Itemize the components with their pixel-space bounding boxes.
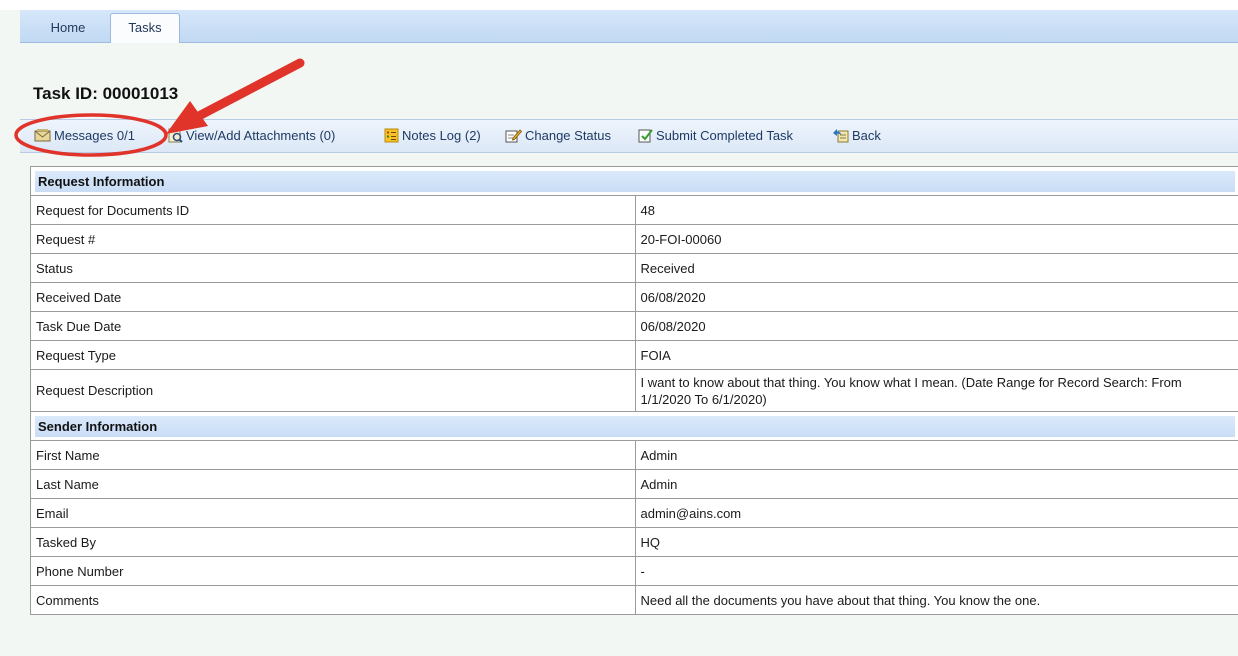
row-value: 06/08/2020: [634, 311, 1238, 341]
notes-icon: [384, 128, 399, 143]
row-value: admin@ains.com: [634, 498, 1238, 528]
row-value: 48: [634, 195, 1238, 225]
row-value: -: [634, 556, 1238, 586]
tab-home[interactable]: Home: [36, 13, 100, 42]
table-row: Task Due Date 06/08/2020: [30, 311, 1238, 341]
table-row: Received Date 06/08/2020: [30, 282, 1238, 312]
row-value: HQ: [634, 527, 1238, 557]
table-row: Last Name Admin: [30, 469, 1238, 499]
row-value: 06/08/2020: [634, 282, 1238, 312]
messages-icon: [34, 129, 51, 142]
row-label: Request for Documents ID: [30, 195, 636, 225]
submit-completed-task-button[interactable]: Submit Completed Task: [638, 127, 793, 145]
row-label: Tasked By: [30, 527, 636, 557]
row-label: First Name: [30, 440, 636, 470]
table-row: Phone Number -: [30, 556, 1238, 586]
task-toolbar: Messages 0/1 View/Add Attachments (0) No…: [20, 119, 1238, 153]
row-label: Request Type: [30, 340, 636, 370]
back-label: Back: [852, 128, 881, 143]
table-row: Request Description I want to know about…: [30, 369, 1238, 412]
row-value: Admin: [634, 440, 1238, 470]
submit-label: Submit Completed Task: [656, 128, 794, 143]
table-row: Request # 20-FOI-00060: [30, 224, 1238, 254]
section-header-row: Sender Information: [30, 411, 1238, 441]
section-header-row: Request Information: [30, 166, 1238, 196]
task-details-table: Request Information Request for Document…: [30, 166, 1238, 615]
row-value: I want to know about that thing. You kno…: [634, 369, 1238, 412]
sender-info-header: Sender Information: [35, 415, 1235, 437]
table-row: Comments Need all the documents you have…: [30, 585, 1238, 615]
pointer-arrow-shaft: [190, 58, 305, 123]
row-label: Email: [30, 498, 636, 528]
attachments-icon: [168, 128, 183, 143]
page-title: Task ID: 00001013: [33, 84, 179, 103]
messages-button[interactable]: Messages 0/1: [34, 127, 135, 145]
row-label: Status: [30, 253, 636, 283]
row-value: FOIA: [634, 340, 1238, 370]
row-label: Last Name: [30, 469, 636, 499]
row-label: Request #: [30, 224, 636, 254]
table-row: Request Type FOIA: [30, 340, 1238, 370]
row-value: Admin: [634, 469, 1238, 499]
change-status-icon: [505, 129, 523, 143]
row-label: Request Description: [30, 369, 636, 412]
back-button[interactable]: Back: [832, 127, 881, 145]
table-row: Email admin@ains.com: [30, 498, 1238, 528]
row-label: Comments: [30, 585, 636, 615]
table-row: Request for Documents ID 48: [30, 195, 1238, 225]
top-margin: [0, 0, 1238, 10]
row-value: 20-FOI-00060: [634, 224, 1238, 254]
notes-log-button[interactable]: Notes Log (2): [384, 127, 481, 145]
row-label: Received Date: [30, 282, 636, 312]
submit-icon: [638, 129, 653, 143]
tab-bar: Home Tasks: [20, 10, 1238, 43]
attachments-label: View/Add Attachments (0): [186, 128, 336, 143]
change-status-button[interactable]: Change Status: [505, 127, 611, 145]
messages-label: Messages 0/1: [54, 128, 135, 143]
notes-label: Notes Log (2): [402, 128, 481, 143]
row-value: Need all the documents you have about th…: [634, 585, 1238, 615]
table-row: Tasked By HQ: [30, 527, 1238, 557]
change-status-label: Change Status: [525, 128, 612, 143]
request-info-header: Request Information: [35, 170, 1235, 192]
tab-tasks[interactable]: Tasks: [110, 13, 180, 43]
row-value: Received: [634, 253, 1238, 283]
row-label: Task Due Date: [30, 311, 636, 341]
table-row: Status Received: [30, 253, 1238, 283]
view-add-attachments-button[interactable]: View/Add Attachments (0): [168, 127, 335, 145]
table-row: First Name Admin: [30, 440, 1238, 470]
row-label: Phone Number: [30, 556, 636, 586]
back-icon: [833, 129, 849, 143]
